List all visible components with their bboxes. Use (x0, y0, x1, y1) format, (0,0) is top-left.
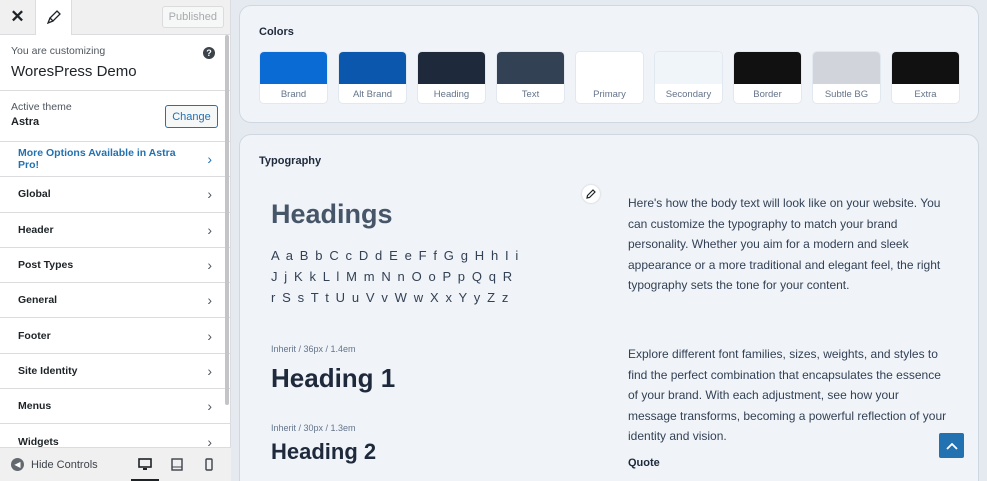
chevron-right-icon: › (207, 257, 212, 274)
pencil-icon (586, 189, 596, 199)
swatch-heading[interactable]: Heading (417, 51, 486, 104)
body-text-sample-1: Here's how the body text will look like … (628, 196, 941, 292)
chevron-right-icon: › (207, 221, 212, 238)
scroll-to-top-button[interactable] (939, 433, 964, 458)
chevron-right-icon: › (207, 327, 212, 344)
hide-controls-button[interactable]: Hide Controls (31, 459, 98, 471)
menu-item-site-identity[interactable]: Site Identity › (0, 353, 230, 390)
swatch-primary[interactable]: Primary (575, 51, 644, 104)
swatch-label: Alt Brand (352, 89, 393, 100)
menu-item-label: Footer (18, 329, 51, 342)
mobile-icon (205, 458, 213, 471)
chevron-right-icon: › (207, 186, 212, 203)
swatch-fill (734, 52, 801, 84)
device-switcher (129, 448, 225, 481)
chevron-right-icon: › (207, 362, 212, 379)
customizing-info: You are customizing WoresPress Demo ? (0, 35, 230, 91)
menu-item-post-types[interactable]: Post Types › (0, 247, 230, 284)
colors-title: Colors (259, 26, 294, 38)
swatch-label: Extra (914, 89, 937, 100)
swatch-label: Text (521, 89, 540, 100)
astra-pro-link[interactable]: More Options Available in Astra Pro! › (0, 142, 230, 178)
desktop-preview-button[interactable] (129, 448, 161, 481)
brush-icon (46, 10, 61, 24)
swatch-subtle-bg[interactable]: Subtle BG (812, 51, 881, 104)
menu-item-label: Site Identity (18, 364, 78, 377)
chevron-right-icon: › (207, 292, 212, 309)
site-name: WoresPress Demo (11, 63, 137, 80)
heading-1-sample: Heading 1 (271, 363, 396, 393)
menu-item-label: Header (18, 223, 54, 236)
swatch-fill (655, 52, 722, 84)
menu-item-general[interactable]: General › (0, 283, 230, 319)
hide-controls-icon[interactable]: ◀ (11, 458, 24, 471)
colors-card: Colors Brand Alt Brand Heading Text Prim… (239, 5, 979, 123)
menu-item-label: Widgets (18, 435, 59, 448)
menu-item-label: Menus (18, 400, 52, 413)
customize-tab[interactable] (36, 0, 72, 35)
swatch-fill (418, 52, 485, 84)
published-button[interactable]: Published (161, 6, 224, 28)
swatch-label: Primary (593, 89, 626, 100)
menu-item-label: Global (18, 188, 51, 201)
tablet-icon (171, 458, 183, 471)
typography-title: Typography (259, 155, 322, 167)
swatch-label: Border (753, 89, 782, 100)
typography-card: Typography Headings A a B b C c D d E e … (239, 134, 979, 481)
swatch-label: Heading (433, 89, 470, 100)
close-icon: ✕ (10, 7, 25, 26)
edit-typography-button[interactable] (582, 185, 600, 203)
change-theme-button[interactable]: Change (165, 105, 218, 128)
active-theme-panel: Active theme Astra Change (0, 91, 230, 142)
menu-item-label: General (18, 294, 58, 307)
swatch-label: Subtle BG (824, 89, 869, 100)
customizer-footer: ◀ Hide Controls (0, 447, 231, 481)
headings-sample: Headings (271, 199, 393, 229)
customizer-menu: More Options Available in Astra Pro! › G… (0, 142, 230, 460)
chevron-up-icon (945, 442, 958, 450)
customizer-topbar: ✕ Published (0, 0, 230, 35)
swatch-fill (813, 52, 880, 84)
chevron-right-icon: › (207, 151, 212, 168)
customizing-label: You are customizing (11, 45, 106, 57)
desktop-icon (138, 458, 152, 470)
tablet-preview-button[interactable] (161, 448, 193, 481)
menu-item-header[interactable]: Header › (0, 212, 230, 248)
color-swatches: Brand Alt Brand Heading Text Primary Sec… (259, 51, 960, 104)
menu-item-footer[interactable]: Footer › (0, 318, 230, 354)
swatch-alt-brand[interactable]: Alt Brand (338, 51, 407, 104)
swatch-extra[interactable]: Extra (891, 51, 960, 104)
swatch-fill (497, 52, 564, 84)
swatch-fill (892, 52, 959, 84)
menu-item-label: Post Types (18, 259, 74, 272)
body-text-sample-2: Explore different font families, sizes, … (628, 347, 947, 443)
swatch-text[interactable]: Text (496, 51, 565, 104)
swatch-fill (576, 52, 643, 84)
customizer-sidebar: ✕ Published You are customizing WoresPre… (0, 0, 231, 481)
swatch-label: Secondary (665, 89, 712, 100)
heading-2-sample: Heading 2 (271, 439, 377, 464)
h1-meta: Inherit / 36px / 1.4em (271, 344, 356, 354)
mobile-preview-button[interactable] (193, 448, 225, 481)
swatch-brand[interactable]: Brand (259, 51, 328, 104)
quote-heading: Quote (628, 457, 660, 469)
swatch-label: Brand (280, 89, 307, 100)
sidebar-scrollbar[interactable] (225, 35, 229, 405)
swatch-border[interactable]: Border (733, 51, 802, 104)
menu-item-menus[interactable]: Menus › (0, 389, 230, 425)
swatch-fill (260, 52, 327, 84)
close-customizer-button[interactable]: ✕ (0, 0, 36, 35)
alphabet-sample: A a B b C c D d E e F f G g H h I i J j … (271, 248, 520, 305)
swatch-fill (339, 52, 406, 84)
swatch-secondary[interactable]: Secondary (654, 51, 723, 104)
help-icon[interactable]: ? (203, 47, 215, 59)
astra-pro-label: More Options Available in Astra Pro! (18, 147, 176, 172)
chevron-right-icon: › (207, 398, 212, 415)
h2-meta: Inherit / 30px / 1.3em (271, 423, 356, 433)
menu-item-global[interactable]: Global › (0, 177, 230, 213)
